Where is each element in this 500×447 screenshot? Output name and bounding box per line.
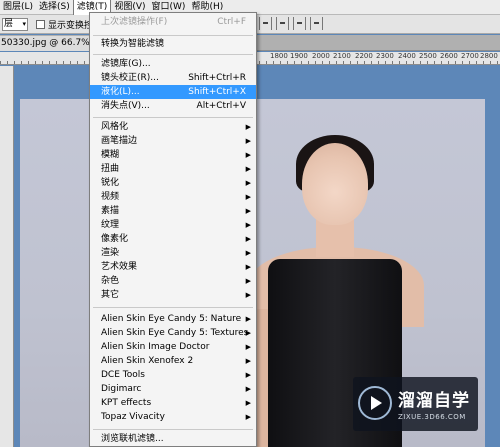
menu-separator — [93, 35, 253, 36]
ruler-mark: 2200 — [355, 52, 373, 60]
submenu-artistic[interactable]: 艺术效果 ▶ — [90, 260, 256, 274]
menu-layer[interactable]: 图层(L) — [0, 0, 36, 15]
submenu-arrow-icon: ▶ — [245, 137, 251, 145]
vertical-ruler — [0, 66, 14, 447]
menu-separator — [93, 54, 253, 55]
submenu-digimarc[interactable]: Digimarc ▶ — [90, 382, 256, 396]
submenu-stylize[interactable]: 风格化 ▶ — [90, 120, 256, 134]
menu-item-liquify[interactable]: 液化(L)... Shift+Ctrl+X — [90, 85, 256, 99]
submenu-arrow-icon: ▶ — [245, 193, 251, 201]
menu-item-smart-filter[interactable]: 转换为智能滤镜 — [90, 37, 256, 51]
align-bottom-icon[interactable] — [293, 17, 306, 30]
menu-item-browse-online[interactable]: 浏览联机滤镜... — [90, 432, 256, 446]
submenu-image-doctor[interactable]: Alien Skin Image Doctor ▶ — [90, 340, 256, 354]
submenu-blur[interactable]: 模糊 ▶ — [90, 148, 256, 162]
menu-item-gallery[interactable]: 滤镜库(G)... — [90, 57, 256, 71]
align-top-icon[interactable] — [259, 17, 272, 30]
menu-separator — [93, 429, 253, 430]
submenu-arrow-icon: ▶ — [245, 357, 251, 365]
document-tab[interactable]: 50330.jpg @ 66.7% (图层 — [0, 36, 95, 51]
submenu-render[interactable]: 渲染 ▶ — [90, 246, 256, 260]
submenu-arrow-icon: ▶ — [245, 277, 251, 285]
submenu-sharpen[interactable]: 锐化 ▶ — [90, 176, 256, 190]
ruler-mark: 2600 — [440, 52, 458, 60]
submenu-pixelate[interactable]: 像素化 ▶ — [90, 232, 256, 246]
submenu-arrow-icon: ▶ — [245, 165, 251, 173]
menu-item-last-filter: 上次滤镜操作(F) Ctrl+F — [101, 17, 246, 27]
submenu-arrow-icon: ▶ — [245, 179, 251, 187]
submenu-arrow-icon: ▶ — [245, 413, 251, 421]
submenu-texture[interactable]: 纹理 ▶ — [90, 218, 256, 232]
submenu-dce-tools[interactable]: DCE Tools ▶ — [90, 368, 256, 382]
submenu-arrow-icon: ▶ — [245, 123, 251, 131]
menu-separator — [93, 117, 253, 118]
submenu-arrow-icon: ▶ — [245, 263, 251, 271]
submenu-arrow-icon: ▶ — [245, 315, 251, 323]
ruler-mark: 2800 — [480, 52, 498, 60]
ruler-mark: 2700 — [461, 52, 479, 60]
submenu-brush-strokes[interactable]: 画笔描边 ▶ — [90, 134, 256, 148]
menu-item-vanishing-point[interactable]: 消失点(V)... Alt+Ctrl+V — [90, 99, 256, 113]
submenu-arrow-icon: ▶ — [245, 329, 251, 337]
show-transform-checkbox[interactable] — [36, 19, 45, 29]
submenu-other[interactable]: 其它 ▶ — [90, 288, 256, 302]
distribute-icon[interactable] — [310, 17, 323, 30]
watermark: 溜溜自学 ZIXUE.3D66.COM — [353, 377, 478, 431]
menu-select[interactable]: 选择(S) — [36, 0, 73, 15]
menu-separator — [93, 307, 253, 308]
submenu-arrow-icon: ▶ — [245, 151, 251, 159]
submenu-eye-candy-nature[interactable]: Alien Skin Eye Candy 5: Nature ▶ — [90, 312, 256, 326]
submenu-distort[interactable]: 扭曲 ▶ — [90, 162, 256, 176]
submenu-arrow-icon: ▶ — [245, 371, 251, 379]
submenu-topaz-vivacity[interactable]: Topaz Vivacity ▶ — [90, 410, 256, 424]
submenu-arrow-icon: ▶ — [245, 235, 251, 243]
ruler-mark: 2300 — [376, 52, 394, 60]
submenu-arrow-icon: ▶ — [245, 399, 251, 407]
submenu-eye-candy-textures[interactable]: Alien Skin Eye Candy 5: Textures ▶ — [90, 326, 256, 340]
align-middle-icon[interactable] — [276, 17, 289, 30]
watermark-url: ZIXUE.3D66.COM — [398, 413, 466, 421]
menu-item-lens-correction[interactable]: 镜头校正(R)... Shift+Ctrl+R — [90, 71, 256, 85]
ruler-mark: 1800 — [270, 52, 288, 60]
submenu-arrow-icon: ▶ — [245, 291, 251, 299]
submenu-video[interactable]: 视频 ▶ — [90, 190, 256, 204]
submenu-arrow-icon: ▶ — [245, 207, 251, 215]
submenu-arrow-icon: ▶ — [245, 221, 251, 229]
watermark-brand: 溜溜自学 — [398, 391, 470, 411]
submenu-arrow-icon: ▶ — [245, 343, 251, 351]
submenu-kpt-effects[interactable]: KPT effects ▶ — [90, 396, 256, 410]
submenu-noise[interactable]: 杂色 ▶ — [90, 274, 256, 288]
ruler-mark: 2100 — [333, 52, 351, 60]
submenu-arrow-icon: ▶ — [245, 249, 251, 257]
ruler-mark: 2400 — [398, 52, 416, 60]
show-transform-label: 显示变换控 — [48, 20, 94, 31]
ruler-mark: 2500 — [419, 52, 437, 60]
ruler-mark: 2000 — [312, 52, 330, 60]
submenu-xenofex[interactable]: Alien Skin Xenofex 2 ▶ — [90, 354, 256, 368]
align-tools — [259, 17, 327, 30]
ruler-mark: 1900 — [290, 52, 308, 60]
layer-select[interactable]: 层 — [2, 17, 28, 31]
face — [302, 143, 368, 225]
play-logo-icon — [358, 386, 392, 420]
filter-menu: 上次滤镜操作(F) Ctrl+F 转换为智能滤镜 滤镜库(G)... 镜头校正(… — [89, 12, 257, 447]
submenu-sketch[interactable]: 素描 ▶ — [90, 204, 256, 218]
submenu-arrow-icon: ▶ — [245, 385, 251, 393]
